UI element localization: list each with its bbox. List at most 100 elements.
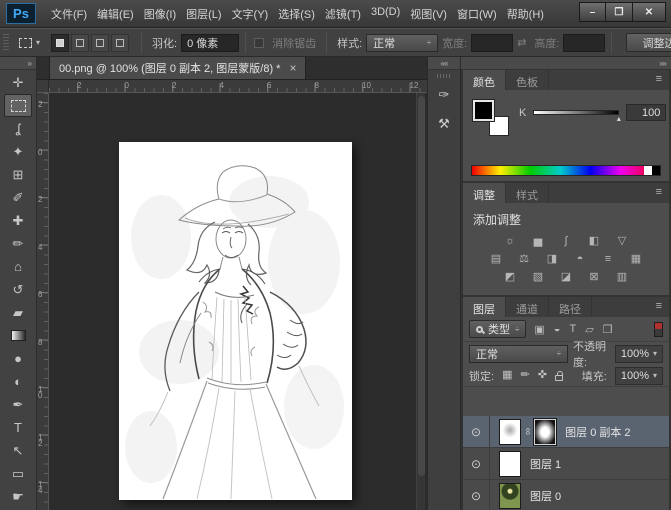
hand-tool[interactable]: ☛: [4, 485, 32, 508]
menu-item[interactable]: 编辑(E): [92, 3, 139, 25]
photo-filter-icon[interactable]: ◓: [569, 251, 592, 267]
layer-row[interactable]: ⊙ 图层 1: [463, 448, 669, 480]
filter-smart-objects-icon[interactable]: ❐: [603, 323, 613, 336]
refine-edge-button[interactable]: 调整边缘: [626, 33, 671, 52]
clone-stamp-tool[interactable]: ⌂: [4, 255, 32, 278]
layer-thumbnail[interactable]: [499, 483, 521, 509]
tab-adjustments[interactable]: 调整: [463, 183, 506, 203]
filter-shape-layers-icon[interactable]: ▱: [585, 323, 593, 336]
type-tool[interactable]: T: [4, 416, 32, 439]
tab-styles[interactable]: 样式: [506, 183, 549, 203]
selective-color-icon[interactable]: ▥: [611, 269, 634, 285]
fill-input[interactable]: 100% ▾: [615, 367, 663, 385]
eyedropper-tool[interactable]: ✐: [4, 186, 32, 209]
threshold-icon[interactable]: ◪: [555, 269, 578, 285]
layer-row[interactable]: ⊙ 图层 0: [463, 480, 669, 510]
eraser-tool[interactable]: ▰: [4, 301, 32, 324]
dodge-tool[interactable]: ◐: [4, 370, 32, 393]
posterize-icon[interactable]: ▧: [527, 269, 550, 285]
swap-dimensions-icon[interactable]: ⇄: [517, 36, 526, 49]
antialias-checkbox[interactable]: [254, 38, 264, 48]
menu-item[interactable]: 视图(V): [405, 3, 452, 25]
gradient-map-icon[interactable]: ⊠: [583, 269, 606, 285]
menu-item[interactable]: 文件(F): [46, 3, 92, 25]
tab-channels[interactable]: 通道: [506, 297, 549, 317]
menu-item[interactable]: 图层(L): [181, 3, 226, 25]
scrollbar-thumb[interactable]: [418, 96, 425, 476]
document-canvas[interactable]: [119, 142, 352, 500]
k-value-input[interactable]: 100: [626, 104, 666, 121]
layer-row[interactable]: ⊙ ∞ 图层 0 副本 2: [463, 416, 669, 448]
menu-item[interactable]: 3D(D): [366, 3, 405, 25]
lock-transparency-icon[interactable]: ▦: [502, 370, 512, 381]
menu-item[interactable]: 图像(I): [139, 3, 181, 25]
invert-icon[interactable]: ◩: [499, 269, 522, 285]
minimize-button[interactable]: –: [579, 2, 606, 22]
dock-expand-icon[interactable]: »»: [461, 57, 671, 70]
document-tab[interactable]: 00.png @ 100% (图层 0 副本 2, 图层蒙版/8) * ×: [49, 57, 306, 79]
exposure-icon[interactable]: ◧: [583, 233, 606, 249]
tab-layers[interactable]: 图层: [463, 297, 506, 317]
curves-icon[interactable]: ∫: [555, 233, 578, 249]
layer-name[interactable]: 图层 1: [530, 456, 561, 472]
vertical-ruler[interactable]: 202468101214: [37, 93, 49, 510]
feather-input[interactable]: 0 像素: [181, 34, 239, 52]
visibility-eye-icon[interactable]: ⊙: [463, 448, 490, 479]
crop-tool[interactable]: ⊞: [4, 163, 32, 186]
panel-menu-icon[interactable]: ≡: [649, 183, 669, 203]
mask-link-icon[interactable]: ∞: [522, 428, 533, 435]
menu-item[interactable]: 帮助(H): [502, 3, 549, 25]
panel-menu-icon[interactable]: ≡: [649, 297, 669, 317]
close-button[interactable]: ✕: [633, 2, 666, 22]
visibility-eye-icon[interactable]: ⊙: [463, 416, 490, 447]
k-slider[interactable]: ▲: [533, 110, 619, 115]
menu-item[interactable]: 窗口(W): [452, 3, 502, 25]
history-brush-tool[interactable]: ↺: [4, 278, 32, 301]
restore-button[interactable]: ❐: [606, 2, 633, 22]
brush-tool[interactable]: ✏: [4, 232, 32, 255]
healing-brush-tool[interactable]: ✚: [4, 209, 32, 232]
black-white-icon[interactable]: ◨: [541, 251, 564, 267]
shape-tool[interactable]: ▭: [4, 462, 32, 485]
width-input[interactable]: [471, 34, 513, 52]
opacity-input[interactable]: 100% ▾: [615, 345, 663, 363]
color-lookup-icon[interactable]: ▦: [625, 251, 648, 267]
panel-menu-icon[interactable]: ≡: [649, 70, 669, 90]
lock-all-icon[interactable]: [555, 375, 563, 381]
toolbar-expand-icon[interactable]: »: [0, 57, 36, 70]
add-selection-button[interactable]: [71, 34, 89, 52]
layer-name[interactable]: 图层 0: [530, 488, 561, 504]
tab-close-icon[interactable]: ×: [289, 61, 296, 75]
gradient-tool[interactable]: [4, 324, 32, 347]
subtract-selection-button[interactable]: [91, 34, 109, 52]
menu-item[interactable]: 文字(Y): [227, 3, 274, 25]
layer-thumbnail[interactable]: [499, 451, 521, 477]
move-tool[interactable]: ✛: [4, 71, 32, 94]
filter-type-layers-icon[interactable]: T: [569, 323, 576, 336]
clone-source-icon[interactable]: ⚒: [432, 112, 456, 136]
color-balance-icon[interactable]: ⚖: [513, 251, 536, 267]
hue-saturation-icon[interactable]: ▤: [485, 251, 508, 267]
layer-name[interactable]: 图层 0 副本 2: [565, 424, 630, 440]
foreground-color-swatch[interactable]: [473, 100, 494, 121]
menu-item[interactable]: 选择(S): [273, 3, 320, 25]
new-selection-button[interactable]: [51, 34, 69, 52]
levels-icon[interactable]: ▅: [527, 233, 550, 249]
tab-paths[interactable]: 路径: [549, 297, 592, 317]
layer-mask-thumbnail[interactable]: [534, 419, 556, 445]
tool-preset-button[interactable]: ▾: [14, 33, 45, 53]
lasso-tool[interactable]: ʆ: [4, 117, 32, 140]
blur-tool[interactable]: ●: [4, 347, 32, 370]
path-selection-tool[interactable]: ↖: [4, 439, 32, 462]
layer-filter-select[interactable]: 类型 ÷: [469, 320, 526, 338]
filter-adjustment-layers-icon[interactable]: ◒: [554, 323, 561, 336]
dock-collapse-icon[interactable]: ««: [428, 57, 460, 70]
blend-mode-select[interactable]: 正常 ÷: [469, 345, 568, 363]
slider-thumb-icon[interactable]: ▲: [615, 116, 622, 123]
rect-marquee-tool[interactable]: [4, 94, 32, 117]
vibrance-icon[interactable]: ▽: [611, 233, 634, 249]
brightness-contrast-icon[interactable]: ☼: [499, 233, 522, 249]
lock-position-icon[interactable]: ✜: [538, 370, 547, 381]
canvas-viewport[interactable]: [49, 93, 427, 510]
visibility-eye-icon[interactable]: ⊙: [463, 480, 490, 510]
